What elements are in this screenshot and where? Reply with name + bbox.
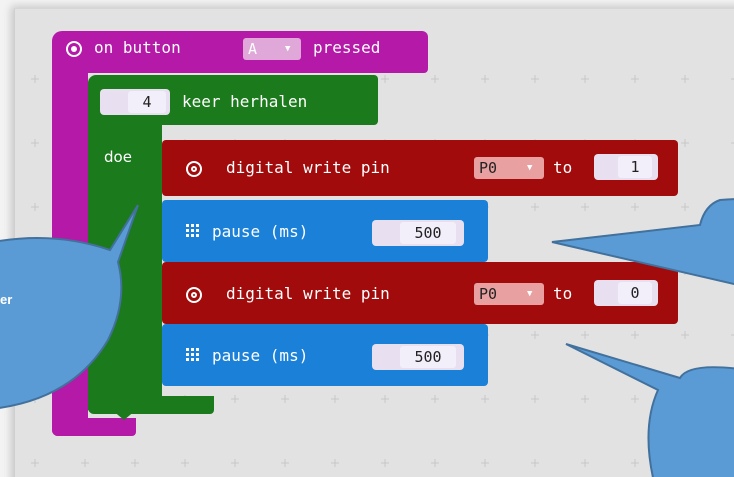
right-top-callout-bubble bbox=[551, 198, 734, 286]
editor-canvas: on button A ▼ pressed 4 keer herhalen do… bbox=[0, 0, 734, 477]
left-callout-bubble bbox=[0, 204, 139, 409]
left-callout-text: er bbox=[0, 292, 13, 307]
callout-layer bbox=[0, 198, 734, 477]
right-bottom-callout-bubble bbox=[565, 343, 734, 477]
